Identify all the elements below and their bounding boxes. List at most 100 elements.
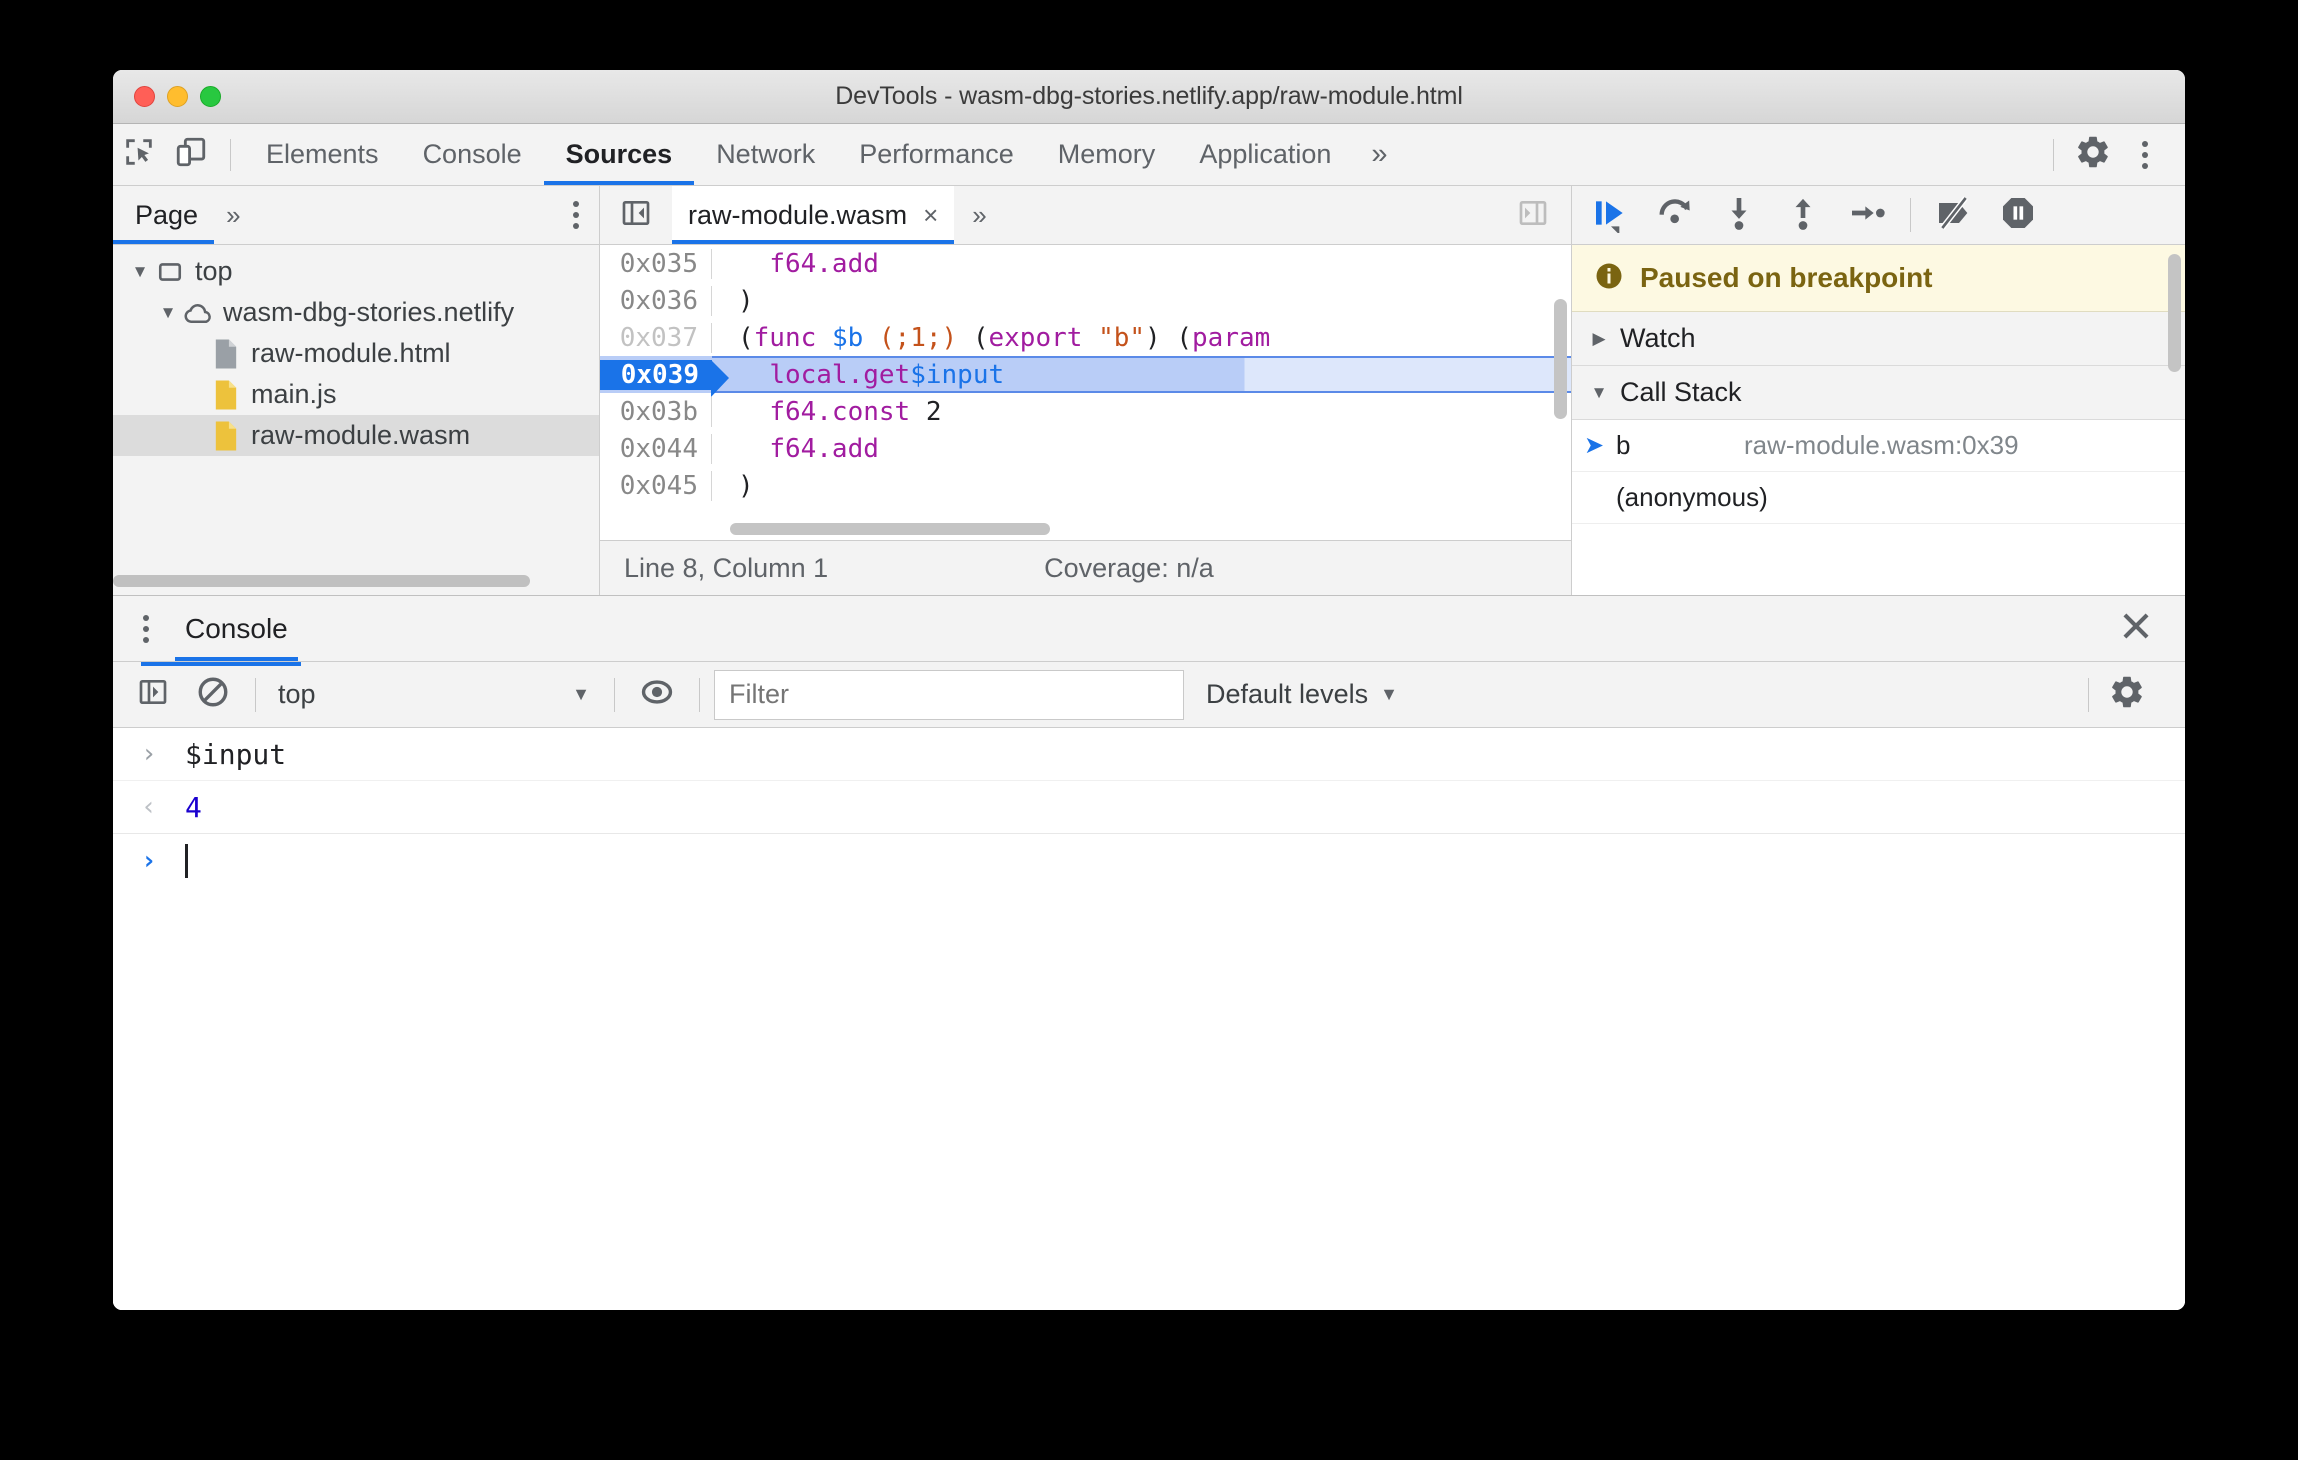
current-frame-arrow-icon: ➤ — [1583, 432, 1605, 459]
code-line-current[interactable]: 0x039 local.get $input — [600, 356, 1571, 397]
call-stack-frame-name: b — [1616, 430, 1631, 460]
console-sidebar-button[interactable] — [125, 671, 181, 719]
code-line[interactable]: 0x035 f64.add — [600, 245, 1571, 282]
debugger-vertical-scrollbar[interactable] — [2168, 254, 2181, 372]
minimize-window-button[interactable] — [167, 86, 188, 107]
call-stack-frame-b[interactable]: ➤ b raw-module.wasm:0x39 — [1572, 420, 2185, 472]
console-filter-input[interactable] — [714, 669, 1184, 720]
show-debugger-button[interactable] — [1509, 195, 1557, 235]
console-context-label: top — [278, 679, 316, 709]
toolbar-divider — [699, 677, 700, 712]
devtools-main-menu-button[interactable] — [2119, 132, 2171, 178]
chevron-down-icon[interactable] — [1586, 383, 1612, 403]
settings-button[interactable] — [2067, 132, 2119, 178]
tab-elements[interactable]: Elements — [244, 124, 401, 185]
code-editor[interactable]: 0x035 f64.add 0x036 ) 0x037 (func $b (;1… — [600, 245, 1571, 540]
maximize-window-button[interactable] — [200, 86, 221, 107]
step-out-button[interactable] — [1774, 192, 1832, 238]
traffic-lights — [134, 86, 221, 107]
editor-tab-raw-module-wasm[interactable]: raw-module.wasm × — [672, 186, 955, 244]
step-into-icon — [1719, 193, 1759, 238]
inspect-element-button[interactable] — [113, 132, 165, 178]
tree-item-main-js[interactable]: main.js — [113, 374, 599, 415]
console-prompt[interactable]: › — [113, 834, 2185, 887]
line-content: ) — [738, 470, 754, 501]
toolbar-divider — [230, 138, 231, 171]
editor-horizontal-scrollbar[interactable] — [730, 523, 1050, 535]
toolbar-divider — [1910, 198, 1911, 232]
step-over-button[interactable] — [1646, 192, 1704, 238]
cursor-position-label: Line 8, Column 1 — [624, 552, 829, 583]
console-input-message[interactable]: › $input — [113, 728, 2185, 781]
line-address: 0x035 — [600, 248, 712, 279]
drawer-tab-console[interactable]: Console — [175, 596, 298, 661]
tree-item-raw-module-html-label: raw-module.html — [251, 338, 451, 368]
devtools-tabbar-right — [2040, 132, 2185, 178]
console-result-message[interactable]: ‹ 4 — [113, 781, 2185, 834]
watch-section-header[interactable]: Watch — [1572, 312, 2185, 366]
scrollbar-thumb[interactable] — [113, 575, 531, 587]
chevron-down-icon[interactable] — [127, 262, 153, 282]
console-log-levels-selector[interactable]: Default levels ▼ — [1188, 671, 1416, 719]
toolbar-divider-right — [2053, 138, 2054, 171]
step-button[interactable] — [1838, 192, 1896, 238]
chevron-down-icon[interactable] — [155, 303, 181, 323]
step-into-button[interactable] — [1710, 192, 1768, 238]
code-line[interactable]: 0x044 f64.add — [600, 430, 1571, 467]
tab-memory[interactable]: Memory — [1036, 124, 1178, 185]
editor-vertical-scrollbar[interactable] — [1554, 299, 1567, 419]
close-window-button[interactable] — [134, 86, 155, 107]
live-expression-icon — [640, 675, 674, 714]
pause-on-exceptions-button[interactable] — [1989, 192, 2047, 238]
tree-item-raw-module-wasm[interactable]: raw-module.wasm — [113, 415, 599, 456]
tab-network[interactable]: Network — [694, 124, 837, 185]
console-context-selector[interactable]: top ▼ — [270, 671, 600, 719]
call-stack-frame-anonymous[interactable]: (anonymous) — [1572, 472, 2185, 524]
pause-on-exceptions-icon — [1998, 193, 2038, 238]
drawer-tab-console-label: Console — [185, 612, 288, 644]
live-expression-button[interactable] — [629, 671, 685, 719]
drawer-menu-button[interactable] — [143, 614, 149, 643]
console-input-text: $input — [185, 737, 287, 771]
tree-item-raw-module-html[interactable]: raw-module.html — [113, 333, 599, 374]
call-stack-frame-clipped[interactable] — [1572, 524, 2185, 550]
line-address: 0x044 — [600, 433, 712, 464]
prompt-marker-icon: › — [141, 845, 157, 876]
tab-console[interactable]: Console — [401, 124, 544, 185]
tab-sources[interactable]: Sources — [543, 124, 695, 185]
tree-item-domain-label: wasm-dbg-stories.netlify — [223, 297, 515, 327]
clear-console-button[interactable] — [185, 671, 241, 719]
devtools-window: DevTools - wasm-dbg-stories.netlify.app/… — [113, 70, 2185, 1310]
more-tabs-button[interactable]: » — [1353, 138, 1405, 171]
deactivate-breakpoints-button[interactable] — [1925, 192, 1983, 238]
code-line[interactable]: 0x045 ) — [600, 467, 1571, 504]
code-line[interactable]: 0x03b f64.const 2 — [600, 393, 1571, 430]
navigator-horizontal-scrollbar[interactable] — [113, 575, 587, 587]
close-drawer-button[interactable] — [2117, 607, 2155, 650]
tab-application[interactable]: Application — [1177, 124, 1353, 185]
deactivate-breakpoints-icon — [1934, 193, 1974, 238]
call-stack-section-label: Call Stack — [1620, 377, 1742, 407]
code-line[interactable]: 0x037 (func $b (;1;) (export "b") (param — [600, 319, 1571, 356]
tree-item-top[interactable]: top — [113, 251, 599, 292]
navigator-more-tabs-button[interactable]: » — [214, 200, 252, 231]
close-icon — [2117, 613, 2155, 649]
console-output[interactable]: › $input ‹ 4 › — [113, 728, 2185, 1310]
console-settings-group — [2078, 671, 2155, 719]
code-line[interactable]: 0x036 ) — [600, 282, 1571, 319]
console-settings-button[interactable] — [2099, 671, 2155, 719]
resume-icon — [1591, 193, 1631, 238]
call-stack-section-header[interactable]: Call Stack — [1572, 366, 2185, 420]
navigator-tab-page[interactable]: Page — [113, 186, 215, 244]
navigator-menu-button[interactable] — [573, 201, 579, 229]
show-navigator-button[interactable] — [612, 195, 660, 235]
device-toolbar-button[interactable] — [165, 132, 217, 178]
chevron-right-icon[interactable] — [1586, 329, 1612, 349]
editor-tabs-overflow-button[interactable]: » — [954, 200, 1004, 231]
tab-performance[interactable]: Performance — [837, 124, 1036, 185]
resume-script-execution-button[interactable] — [1582, 192, 1640, 238]
navigator-tab-page-label: Page — [135, 199, 199, 230]
toolbar-divider — [2088, 677, 2089, 712]
tree-item-domain[interactable]: wasm-dbg-stories.netlify — [113, 292, 599, 333]
close-icon[interactable]: × — [923, 200, 938, 231]
